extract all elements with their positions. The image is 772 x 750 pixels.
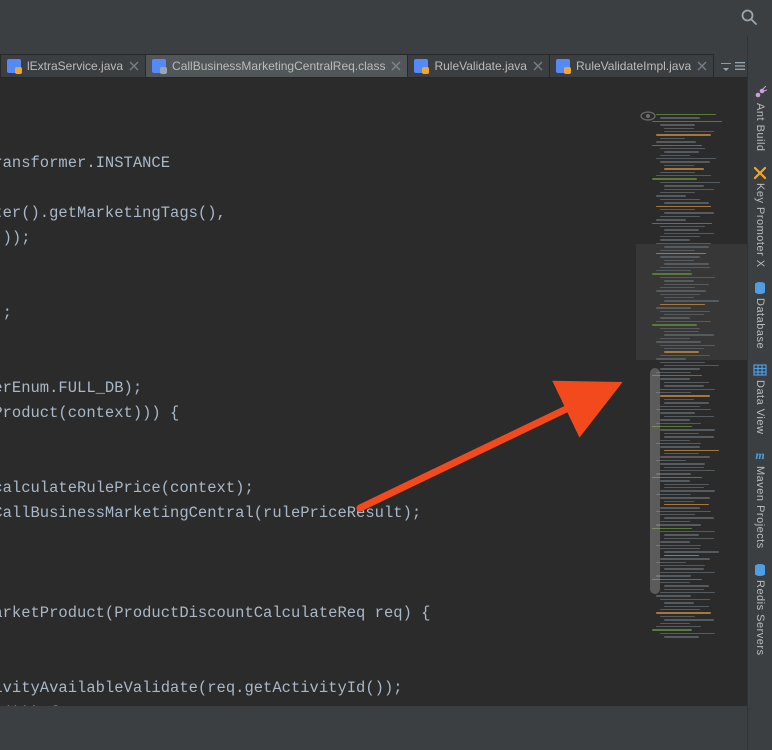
tool-label: Ant Build: [754, 103, 766, 152]
tab-label: CallBusinessMarketingCentralReq.class: [172, 59, 385, 73]
tab-file-3[interactable]: RuleValidateImpl.java: [550, 54, 714, 77]
search-icon[interactable]: [740, 8, 758, 26]
class-file-icon: [152, 59, 166, 73]
tool-label: Key Promoter X: [754, 183, 766, 268]
tab-file-0[interactable]: lExtraService.java: [0, 54, 146, 77]
tool-data-view[interactable]: Data View: [751, 357, 769, 440]
tab-label: lExtraService.java: [27, 59, 123, 73]
maven-icon: m: [753, 449, 767, 463]
tool-database[interactable]: Database: [751, 275, 769, 355]
tab-label: RuleValidate.java: [434, 59, 527, 73]
table-icon: [753, 363, 767, 377]
code-text: Transformer.INSTANCE eter().getMarketing…: [0, 126, 636, 706]
close-icon[interactable]: [533, 61, 543, 71]
tool-key-promoter[interactable]: Key Promoter X: [751, 160, 769, 274]
tool-ant-build[interactable]: Ant Build: [751, 80, 769, 158]
scrollbar-thumb[interactable]: [650, 368, 660, 594]
key-icon: [753, 166, 767, 180]
code-editor[interactable]: Transformer.INSTANCE eter().getMarketing…: [0, 78, 636, 706]
ant-icon: [753, 86, 767, 100]
tab-file-2[interactable]: RuleValidate.java: [408, 54, 550, 77]
close-icon[interactable]: [129, 61, 139, 71]
minimap-lines: [646, 114, 744, 638]
tab-file-1[interactable]: CallBusinessMarketingCentralReq.class: [146, 54, 408, 77]
tool-label: Data View: [754, 380, 766, 434]
tab-label: RuleValidateImpl.java: [576, 59, 691, 73]
tool-label: Maven Projects: [754, 466, 766, 549]
java-file-icon: [556, 59, 570, 73]
database-icon: [753, 281, 767, 295]
tool-label: Database: [754, 298, 766, 349]
close-icon[interactable]: [697, 61, 707, 71]
top-toolbar: [0, 0, 772, 37]
close-icon[interactable]: [391, 61, 401, 71]
java-file-icon: [7, 59, 21, 73]
java-file-icon: [414, 59, 428, 73]
breadcrumb-gap: [0, 36, 748, 54]
right-tool-window-bar: Ant Build Key Promoter X Database Data V…: [747, 36, 772, 750]
redis-icon: [753, 563, 767, 577]
tool-label: Redis Servers: [754, 580, 766, 656]
tool-maven[interactable]: m Maven Projects: [751, 443, 769, 555]
tool-redis[interactable]: Redis Servers: [751, 557, 769, 662]
editor-tab-strip: lExtraService.java CallBusinessMarketing…: [0, 54, 748, 78]
vertical-scrollbar[interactable]: [650, 78, 660, 706]
